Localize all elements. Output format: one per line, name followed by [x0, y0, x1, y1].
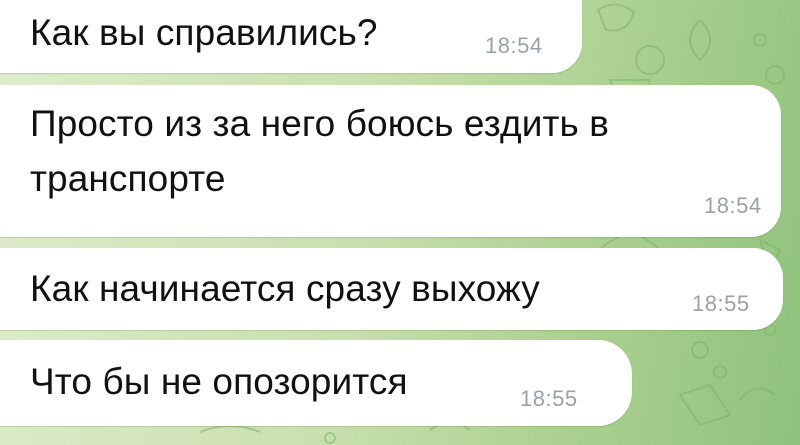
message-bubble[interactable]: Просто из за него боюсь ездить в транспо… — [0, 85, 781, 237]
message-timestamp: 18:54 — [485, 33, 543, 58]
message-timestamp: 18:55 — [520, 386, 578, 411]
message-timestamp: 18:55 — [692, 291, 750, 316]
message-bubble[interactable]: Что бы не опозорится 18:55 — [0, 340, 632, 426]
message-text: Как начинается сразу выхожу — [30, 268, 540, 309]
message-bubble[interactable]: Как вы справились? 18:54 — [0, 0, 582, 73]
message-bubble[interactable]: Как начинается сразу выхожу 18:55 — [0, 248, 783, 330]
message-timestamp: 18:54 — [704, 193, 762, 218]
message-text: Что бы не опозорится — [30, 361, 408, 402]
message-text: Как вы справились? — [30, 12, 378, 53]
message-text: Просто из за него боюсь ездить в транспо… — [30, 103, 620, 199]
